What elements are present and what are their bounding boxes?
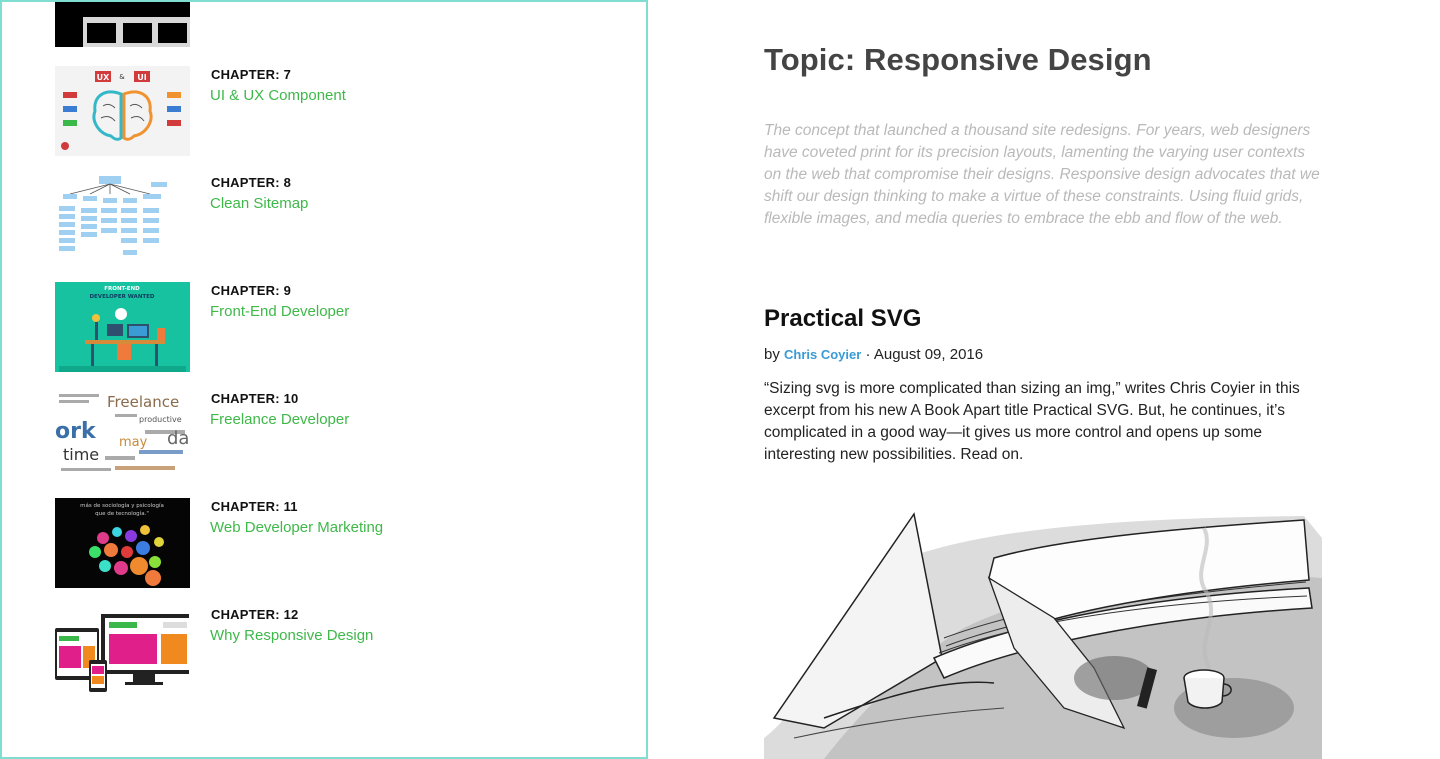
topic-title: Topic: Responsive Design	[764, 42, 1152, 77]
article-byline: by Chris Coyier · August 09, 2016	[764, 346, 983, 363]
author-link[interactable]: Chris Coyier	[784, 347, 861, 362]
chapter-label: CHAPTER: 8	[211, 175, 292, 190]
chapter-title-link[interactable]: Front-End Developer	[210, 303, 349, 320]
article-illustration	[764, 508, 1322, 759]
chapter-label: CHAPTER: 12	[211, 607, 299, 622]
chapter-item[interactable]: Freelance ork time may productive da CHA…	[55, 390, 615, 482]
article-title[interactable]: Practical SVG	[764, 305, 921, 333]
chapter-label: CHAPTER: 11	[211, 499, 298, 514]
chapter-thumbnail[interactable]: UX & UI	[55, 66, 190, 156]
chapter-label: CHAPTER: 7	[211, 67, 292, 82]
chapter-item[interactable]: más de sociología y psicología que de te…	[55, 498, 615, 590]
thumb-text: ork	[55, 419, 97, 444]
chapter-6-thumbnail[interactable]	[55, 2, 190, 47]
thumb-text: FRONT-END	[104, 286, 140, 292]
chapter-thumbnail[interactable]: Freelance ork time may productive da	[55, 390, 190, 480]
chapter-label: CHAPTER: 9	[211, 283, 292, 298]
chapter-title-link[interactable]: UI & UX Component	[210, 87, 346, 104]
thumb-text: más de sociología y psicología	[80, 502, 164, 509]
chapter-thumbnail[interactable]	[55, 606, 190, 696]
byline-prefix: by	[764, 346, 780, 363]
thumb-text: Freelance	[107, 393, 179, 411]
chapter-thumbnail[interactable]: FRONT-END DEVELOPER WANTED	[55, 282, 190, 372]
article-excerpt: “Sizing svg is more complicated than siz…	[764, 380, 1300, 463]
topic-description: The concept that launched a thousand sit…	[764, 122, 1320, 227]
chapter-title-link[interactable]: Web Developer Marketing	[210, 519, 383, 536]
chapter-title-link[interactable]: Clean Sitemap	[210, 195, 308, 212]
thumb-text: que de tecnología."	[95, 510, 149, 517]
chapter-title-link[interactable]: Why Responsive Design	[210, 627, 373, 644]
chapter-item[interactable]: UX & UI CHAPTER: 7 UI & UX Component	[55, 66, 615, 158]
thumb-text: &	[119, 73, 125, 81]
thumb-text: UX	[97, 73, 110, 82]
chapter-list-panel: UX & UI CHAPTER: 7 UI & UX Component CHA…	[0, 0, 648, 759]
thumb-text: may	[119, 435, 148, 450]
svg-text:da: da	[167, 428, 189, 449]
chapter-thumbnail[interactable]: más de sociología y psicología que de te…	[55, 498, 190, 588]
thumb-text: UI	[137, 73, 146, 82]
chapter-item[interactable]: CHAPTER: 8 Clean Sitemap	[55, 174, 615, 266]
chapter-label: CHAPTER: 10	[211, 391, 299, 406]
chapter-item[interactable]: FRONT-END DEVELOPER WANTED CHAPTER: 9 Fr…	[55, 282, 615, 374]
thumb-text: time	[63, 445, 99, 464]
chapter-item[interactable]: CHAPTER: 12 Why Responsive Design	[55, 606, 615, 698]
chapter-thumbnail[interactable]	[55, 174, 190, 264]
chapter-title-link[interactable]: Freelance Developer	[210, 411, 349, 428]
article-date: August 09, 2016	[873, 346, 984, 363]
byline-separator: ·	[865, 346, 871, 363]
thumb-text: DEVELOPER WANTED	[89, 294, 154, 300]
thumb-text: productive	[139, 415, 182, 424]
